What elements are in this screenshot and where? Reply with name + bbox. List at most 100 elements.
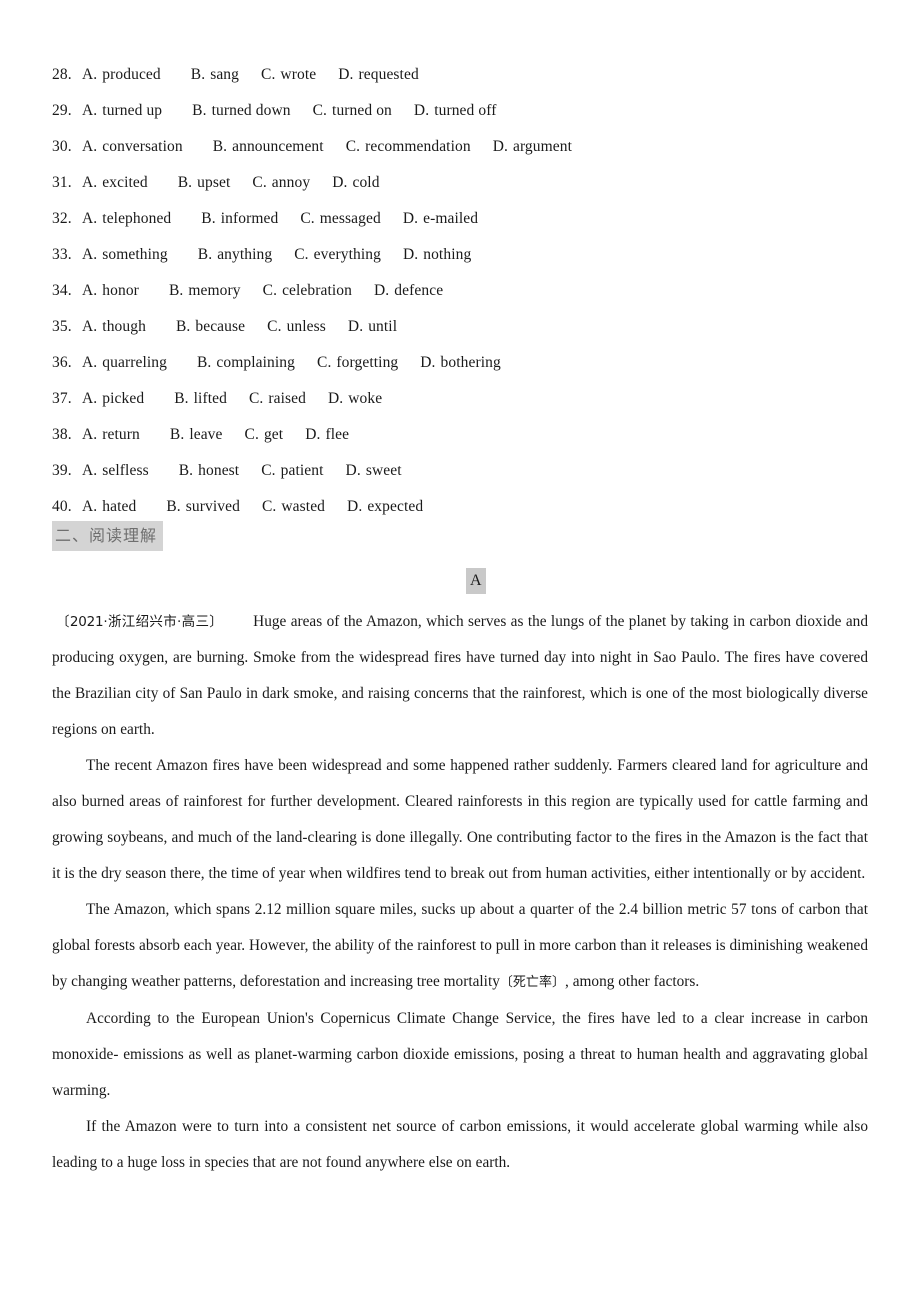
question-option[interactable]: C. recommendation bbox=[346, 129, 471, 165]
question-option[interactable]: B. anything bbox=[198, 237, 272, 273]
question-option[interactable]: C. forgetting bbox=[317, 345, 398, 381]
option-text: e-mailed bbox=[423, 210, 479, 227]
question-option[interactable]: A. produced bbox=[82, 57, 161, 93]
question-option[interactable]: B. leave bbox=[170, 417, 223, 453]
question-option[interactable]: B. sang bbox=[191, 57, 239, 93]
question-option[interactable]: A. picked bbox=[82, 381, 144, 417]
question-option[interactable]: A. conversation bbox=[82, 129, 183, 165]
option-text: sweet bbox=[365, 462, 402, 479]
question-option[interactable]: A. telephoned bbox=[82, 201, 171, 237]
option-text: memory bbox=[188, 282, 241, 299]
option-text: leave bbox=[189, 426, 223, 443]
option-label: C. bbox=[300, 210, 315, 227]
question-option[interactable]: B. turned down bbox=[192, 93, 290, 129]
question-number: 36. bbox=[52, 354, 72, 371]
question-option[interactable]: B. honest bbox=[179, 453, 240, 489]
question-number: 31. bbox=[52, 174, 72, 191]
question-option[interactable]: D. nothing bbox=[403, 237, 471, 273]
question-option[interactable]: C. get bbox=[245, 417, 284, 453]
option-label: D. bbox=[345, 462, 361, 479]
question-option[interactable]: D. requested bbox=[338, 57, 419, 93]
question-option[interactable]: A. excited bbox=[82, 165, 148, 201]
question-option[interactable]: A. though bbox=[82, 309, 146, 345]
option-label: C. bbox=[261, 498, 277, 515]
option-text: though bbox=[102, 318, 146, 335]
question-option[interactable]: C. unless bbox=[267, 309, 326, 345]
option-text: patient bbox=[280, 462, 324, 479]
option-text: produced bbox=[102, 66, 161, 83]
question-option[interactable]: D. expected bbox=[347, 489, 423, 525]
option-label: C. bbox=[312, 102, 328, 119]
source-tag: 〔2021·浙江绍兴市·高三〕 bbox=[56, 614, 224, 630]
question-option[interactable]: D. defence bbox=[374, 273, 443, 309]
option-label: D. bbox=[338, 66, 354, 83]
option-text: return bbox=[102, 426, 140, 443]
question-option[interactable]: C. annoy bbox=[252, 165, 310, 201]
question-option[interactable]: C. wrote bbox=[261, 57, 316, 93]
option-text: woke bbox=[348, 390, 383, 407]
option-label: A. bbox=[82, 282, 98, 299]
question-line: 38. A. return B. leave C. get D. flee bbox=[52, 417, 868, 453]
option-label: C. bbox=[252, 174, 267, 191]
question-option[interactable]: D. sweet bbox=[346, 453, 402, 489]
question-option[interactable]: D. argument bbox=[493, 129, 572, 165]
question-option[interactable]: D. woke bbox=[328, 381, 382, 417]
option-text: excited bbox=[102, 174, 148, 191]
question-option[interactable]: A. honor bbox=[82, 273, 139, 309]
option-text: upset bbox=[197, 174, 231, 191]
question-number: 34. bbox=[52, 282, 72, 299]
option-text: announcement bbox=[232, 138, 324, 155]
question-option[interactable]: A. quarreling bbox=[82, 345, 167, 381]
question-option[interactable]: D. e-mailed bbox=[403, 201, 478, 237]
option-label: A. bbox=[82, 102, 98, 119]
question-option[interactable]: D. bothering bbox=[420, 345, 501, 381]
question-line: 36. A. quarreling B. complaining C. forgetting… bbox=[52, 345, 868, 381]
option-label: B. bbox=[166, 498, 181, 515]
question-line: 28. A. produced B. sang C. wrote D. requested bbox=[52, 57, 868, 93]
question-option[interactable]: A. selfless bbox=[82, 453, 149, 489]
question-option[interactable]: A. hated bbox=[82, 489, 136, 525]
question-option[interactable]: A. something bbox=[82, 237, 168, 273]
question-option[interactable]: B. announcement bbox=[213, 129, 324, 165]
option-text: turned off bbox=[434, 102, 497, 119]
question-option[interactable]: C. raised bbox=[249, 381, 306, 417]
question-option[interactable]: C. celebration bbox=[263, 273, 352, 309]
option-label: C. bbox=[248, 390, 264, 407]
option-text: lifted bbox=[193, 390, 227, 407]
option-label: C. bbox=[317, 354, 332, 371]
question-option[interactable]: B. memory bbox=[169, 273, 241, 309]
question-option[interactable]: C. turned on bbox=[313, 93, 392, 129]
option-label: B. bbox=[177, 174, 193, 191]
question-option[interactable]: A. return bbox=[82, 417, 140, 453]
question-option[interactable]: C. everything bbox=[294, 237, 381, 273]
question-option[interactable]: B. complaining bbox=[197, 345, 295, 381]
option-text: raised bbox=[268, 390, 306, 407]
option-text: annoy bbox=[271, 174, 311, 191]
paragraph-5-text: If the Amazon were to turn into a consis… bbox=[52, 1118, 868, 1171]
question-option[interactable]: A. turned up bbox=[82, 93, 162, 129]
question-option[interactable]: C. messaged bbox=[300, 201, 380, 237]
question-line: 34. A. honor B. memory C. celebration D. defence bbox=[52, 273, 868, 309]
question-number: 37. bbox=[52, 390, 72, 407]
option-label: C. bbox=[261, 66, 276, 83]
question-option[interactable]: B. informed bbox=[201, 201, 278, 237]
question-option[interactable]: B. because bbox=[176, 309, 245, 345]
question-option[interactable]: B. lifted bbox=[174, 381, 227, 417]
option-text: unless bbox=[286, 318, 326, 335]
question-option[interactable]: B. upset bbox=[178, 165, 231, 201]
question-option[interactable]: D. cold bbox=[332, 165, 379, 201]
option-label: A. bbox=[82, 138, 98, 155]
option-text: defence bbox=[394, 282, 444, 299]
option-label: D. bbox=[420, 354, 436, 371]
question-option[interactable]: B. survived bbox=[166, 489, 240, 525]
question-option[interactable]: D. flee bbox=[305, 417, 349, 453]
question-option[interactable]: D. turned off bbox=[414, 93, 497, 129]
cloze-question-list: 28. A. produced B. sang C. wrote D. requested 29.… bbox=[52, 57, 868, 525]
question-number: 39. bbox=[52, 462, 72, 479]
question-option[interactable]: C. patient bbox=[261, 453, 323, 489]
question-option[interactable]: D. until bbox=[348, 309, 397, 345]
option-text: messaged bbox=[319, 210, 381, 227]
question-line: 37. A. picked B. lifted C. raised D. woke bbox=[52, 381, 868, 417]
question-option[interactable]: C. wasted bbox=[262, 489, 325, 525]
question-number: 30. bbox=[52, 138, 72, 155]
